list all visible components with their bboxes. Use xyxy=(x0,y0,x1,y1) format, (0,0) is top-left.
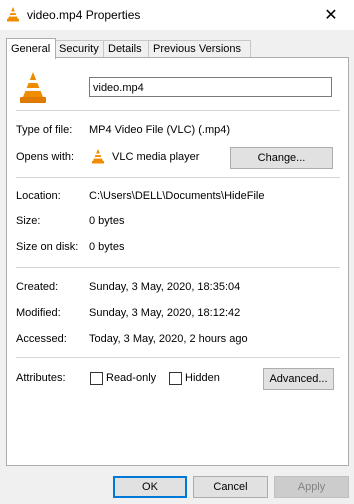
ok-button-label: OK xyxy=(142,481,158,493)
attributes-label: Attributes: xyxy=(16,372,66,384)
general-panel: video.mp4 Type of file: MP4 Video File (… xyxy=(6,57,349,466)
size-label: Size: xyxy=(16,215,41,227)
vlc-cone-icon xyxy=(92,149,104,164)
tab-details[interactable]: Details xyxy=(103,40,151,58)
opens-with-label: Opens with: xyxy=(16,151,75,163)
hidden-label: Hidden xyxy=(185,372,220,384)
ok-button[interactable]: OK xyxy=(113,476,187,498)
close-icon: ✕ xyxy=(324,7,338,24)
change-button[interactable]: Change... xyxy=(230,147,333,169)
change-button-label: Change... xyxy=(257,152,306,164)
accessed-value: Today, 3 May, 2020, 2 hours ago xyxy=(89,333,248,345)
separator xyxy=(16,267,340,268)
close-button[interactable]: ✕ xyxy=(308,0,354,30)
opens-with-value: VLC media player xyxy=(112,151,200,163)
size-on-disk-value: 0 bytes xyxy=(89,241,125,253)
location-label: Location: xyxy=(16,190,61,202)
dialog-footer: OK Cancel Apply xyxy=(0,464,354,504)
tab-security[interactable]: Security xyxy=(54,40,106,58)
advanced-button-label: Advanced... xyxy=(269,373,328,385)
vlc-cone-icon xyxy=(20,72,46,103)
advanced-button[interactable]: Advanced... xyxy=(263,368,334,390)
modified-label: Modified: xyxy=(16,307,61,319)
title-bar: video.mp4 Properties ✕ xyxy=(0,0,354,30)
modified-value: Sunday, 3 May, 2020, 18:12:42 xyxy=(89,307,241,319)
tab-general[interactable]: General xyxy=(6,38,56,59)
tab-details-label: Details xyxy=(108,43,142,55)
vlc-cone-icon xyxy=(7,7,19,22)
tab-previous-versions-label: Previous Versions xyxy=(153,43,242,55)
type-of-file-label: Type of file: xyxy=(16,124,73,136)
separator xyxy=(16,177,340,178)
separator xyxy=(16,110,340,111)
window-title: video.mp4 Properties xyxy=(27,8,141,22)
cancel-button[interactable]: Cancel xyxy=(193,476,268,498)
location-value: C:\Users\DELL\Documents\HideFile xyxy=(89,190,265,202)
file-name-input[interactable]: video.mp4 xyxy=(89,77,332,97)
separator xyxy=(16,357,340,358)
apply-button[interactable]: Apply xyxy=(274,476,349,498)
created-label: Created: xyxy=(16,281,59,293)
tab-security-label: Security xyxy=(59,43,99,55)
tab-previous-versions[interactable]: Previous Versions xyxy=(148,40,251,58)
created-value: Sunday, 3 May, 2020, 18:35:04 xyxy=(89,281,241,293)
cancel-button-label: Cancel xyxy=(213,481,248,493)
type-of-file-value: MP4 Video File (VLC) (.mp4) xyxy=(89,124,231,136)
accessed-label: Accessed: xyxy=(16,333,67,345)
size-on-disk-label: Size on disk: xyxy=(16,241,79,253)
hidden-checkbox[interactable] xyxy=(169,372,182,385)
readonly-label: Read-only xyxy=(106,372,157,384)
readonly-checkbox[interactable] xyxy=(90,372,103,385)
apply-button-label: Apply xyxy=(297,481,326,493)
tab-general-label: General xyxy=(11,43,51,55)
size-value: 0 bytes xyxy=(89,215,125,227)
